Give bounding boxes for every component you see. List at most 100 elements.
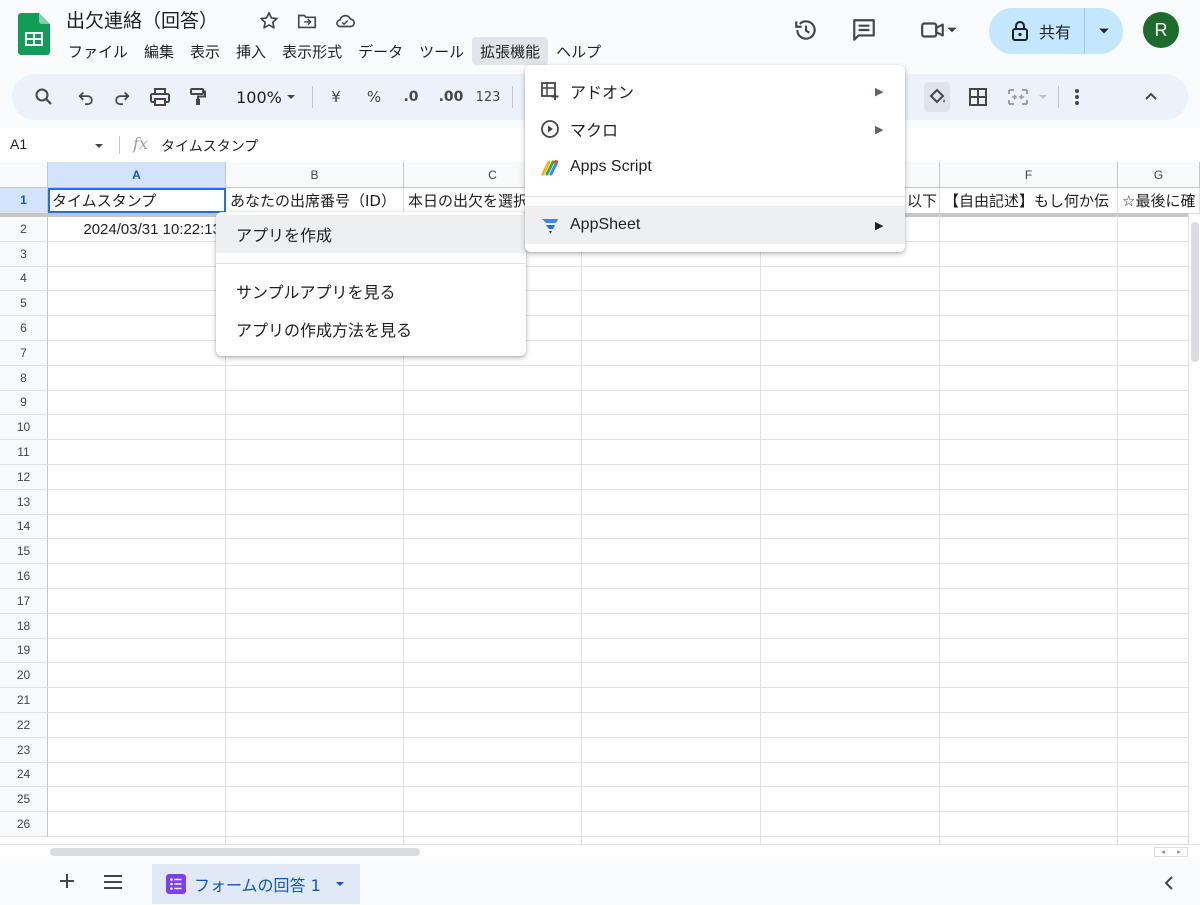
menu-view[interactable]: 表示 xyxy=(182,37,228,65)
zoom-dropdown[interactable] xyxy=(284,74,298,120)
version-history-button[interactable] xyxy=(790,14,822,46)
document-title[interactable]: 出欠連絡（回答） xyxy=(66,6,218,33)
cell-a2[interactable]: 2024/03/31 10:22:13 xyxy=(48,217,226,242)
row-header-11[interactable]: 11 xyxy=(0,440,48,465)
meet-button[interactable] xyxy=(912,14,966,46)
menu-item-macros[interactable]: マクロ ▶ xyxy=(525,110,905,148)
row-header-15[interactable]: 15 xyxy=(0,539,48,565)
share-button[interactable]: 共有 xyxy=(989,8,1123,54)
scroll-right-icon[interactable]: ▸ xyxy=(1177,848,1181,856)
menu-item-create-app[interactable]: アプリを作成 xyxy=(216,215,526,253)
all-sheets-button[interactable] xyxy=(104,874,122,893)
row-header-26[interactable]: 26 xyxy=(0,812,48,837)
borders-button[interactable] xyxy=(965,74,991,120)
horizontal-scroll-thumb[interactable] xyxy=(50,848,420,856)
row-gridline xyxy=(48,464,1188,465)
redo-button[interactable] xyxy=(108,74,136,120)
row-header-23[interactable]: 23 xyxy=(0,737,48,763)
menu-extensions[interactable]: 拡張機能 xyxy=(472,37,549,65)
chevron-down-icon[interactable] xyxy=(94,141,104,151)
row-header-24[interactable]: 24 xyxy=(0,762,48,788)
comments-button[interactable] xyxy=(848,14,880,46)
row-gridline xyxy=(48,414,1188,416)
account-avatar[interactable]: R xyxy=(1143,12,1179,48)
column-header-b[interactable]: B xyxy=(226,162,404,188)
number-format-button[interactable]: 123 xyxy=(474,74,502,120)
more-options-button[interactable] xyxy=(1066,74,1088,120)
row-header-10[interactable]: 10 xyxy=(0,415,48,441)
row-header-16[interactable]: 16 xyxy=(0,564,48,589)
menu-item-sample-apps[interactable]: サンプルアプリを見る xyxy=(216,272,526,310)
merge-dropdown[interactable] xyxy=(1036,74,1050,120)
currency-format-button[interactable]: ¥ xyxy=(324,74,348,120)
row-header-17[interactable]: 17 xyxy=(0,589,48,614)
chevron-down-icon xyxy=(1099,28,1109,34)
increase-decimal-button[interactable]: .00 xyxy=(434,74,468,120)
row-header-21[interactable]: 21 xyxy=(0,688,48,713)
scroll-left-icon[interactable]: ◂ xyxy=(1161,848,1165,856)
search-menus-button[interactable] xyxy=(30,74,58,120)
menu-item-appsheet[interactable]: AppSheet ▶ xyxy=(525,206,905,244)
vertical-scrollbar[interactable] xyxy=(1188,214,1200,844)
column-header-a[interactable]: A xyxy=(48,162,226,188)
fill-color-button[interactable] xyxy=(924,82,950,112)
select-all-corner[interactable] xyxy=(0,162,48,188)
cell-g1[interactable]: ☆最後に確 xyxy=(1118,188,1200,214)
cloud-saved-icon[interactable] xyxy=(333,10,357,32)
column-header-f[interactable]: F xyxy=(940,162,1118,188)
row-header-5[interactable]: 5 xyxy=(0,291,48,317)
row-header-3[interactable]: 3 xyxy=(0,241,48,267)
row-header-20[interactable]: 20 xyxy=(0,663,48,689)
row-header-19[interactable]: 19 xyxy=(0,638,48,664)
move-folder-icon[interactable] xyxy=(295,10,319,32)
sheet-tab-active[interactable]: フォームの回答 1 xyxy=(152,864,360,904)
menu-help[interactable]: ヘルプ xyxy=(548,37,609,65)
row-header-9[interactable]: 9 xyxy=(0,390,48,416)
cell-f1[interactable]: 【自由記述】もし何か伝 xyxy=(940,188,1118,214)
menu-tools[interactable]: ツール xyxy=(411,37,472,65)
menu-item-apps-script[interactable]: Apps Script xyxy=(525,148,905,186)
row-header-8[interactable]: 8 xyxy=(0,365,48,391)
row-header-18[interactable]: 18 xyxy=(0,613,48,639)
row-header-12[interactable]: 12 xyxy=(0,465,48,490)
add-sheet-button[interactable] xyxy=(56,870,78,892)
decrease-decimal-button[interactable]: .0 xyxy=(397,74,425,120)
scroll-arrows[interactable]: ◂ ▸ xyxy=(1154,847,1188,857)
sheet-tab-bar: フォームの回答 1 xyxy=(0,858,1200,905)
paint-format-button[interactable] xyxy=(184,74,212,120)
vertical-scroll-thumb[interactable] xyxy=(1191,222,1199,362)
menu-item-how-to-create[interactable]: アプリの作成方法を見る xyxy=(216,310,526,348)
menu-item-addons[interactable]: アドオン ▶ xyxy=(525,72,905,110)
row-header-4[interactable]: 4 xyxy=(0,266,48,292)
chevron-down-icon[interactable] xyxy=(335,879,345,889)
row-header-7[interactable]: 7 xyxy=(0,341,48,366)
row-header-22[interactable]: 22 xyxy=(0,713,48,738)
column-header-g[interactable]: G xyxy=(1118,162,1200,188)
row-header-25[interactable]: 25 xyxy=(0,787,48,813)
menu-edit[interactable]: 編集 xyxy=(136,37,182,65)
row-header-1[interactable]: 1 xyxy=(0,188,48,213)
spreadsheet-grid[interactable]: A B C D E F G タイムスタンプ あなたの出席番号（ID） 本日の出欠… xyxy=(0,162,1200,844)
collapse-toolbar-button[interactable] xyxy=(1138,74,1164,120)
row-header-13[interactable]: 13 xyxy=(0,489,48,515)
row-header-14[interactable]: 14 xyxy=(0,514,48,540)
menu-file[interactable]: ファイル xyxy=(60,37,136,65)
menu-insert[interactable]: 挿入 xyxy=(228,37,274,65)
name-box[interactable]: A1 xyxy=(10,136,27,152)
horizontal-scrollbar[interactable]: ◂ ▸ xyxy=(0,844,1200,858)
menu-data[interactable]: データ xyxy=(350,37,411,65)
percent-format-button[interactable]: % xyxy=(362,74,386,120)
sheets-logo-icon[interactable] xyxy=(18,13,50,55)
print-button[interactable] xyxy=(146,74,174,120)
formula-input[interactable]: タイムスタンプ xyxy=(161,136,258,156)
merge-cells-button[interactable] xyxy=(1005,74,1031,120)
menu-format[interactable]: 表示形式 xyxy=(274,37,350,65)
form-icon xyxy=(166,874,186,894)
collapse-sidebar-button[interactable] xyxy=(1164,875,1174,894)
star-icon[interactable] xyxy=(257,10,281,32)
share-dropdown[interactable] xyxy=(1085,25,1123,37)
row-header-2[interactable]: 2 xyxy=(0,217,48,242)
undo-button[interactable] xyxy=(72,74,100,120)
row-header-6[interactable]: 6 xyxy=(0,316,48,341)
cell-b1[interactable]: あなたの出席番号（ID） xyxy=(226,188,404,214)
